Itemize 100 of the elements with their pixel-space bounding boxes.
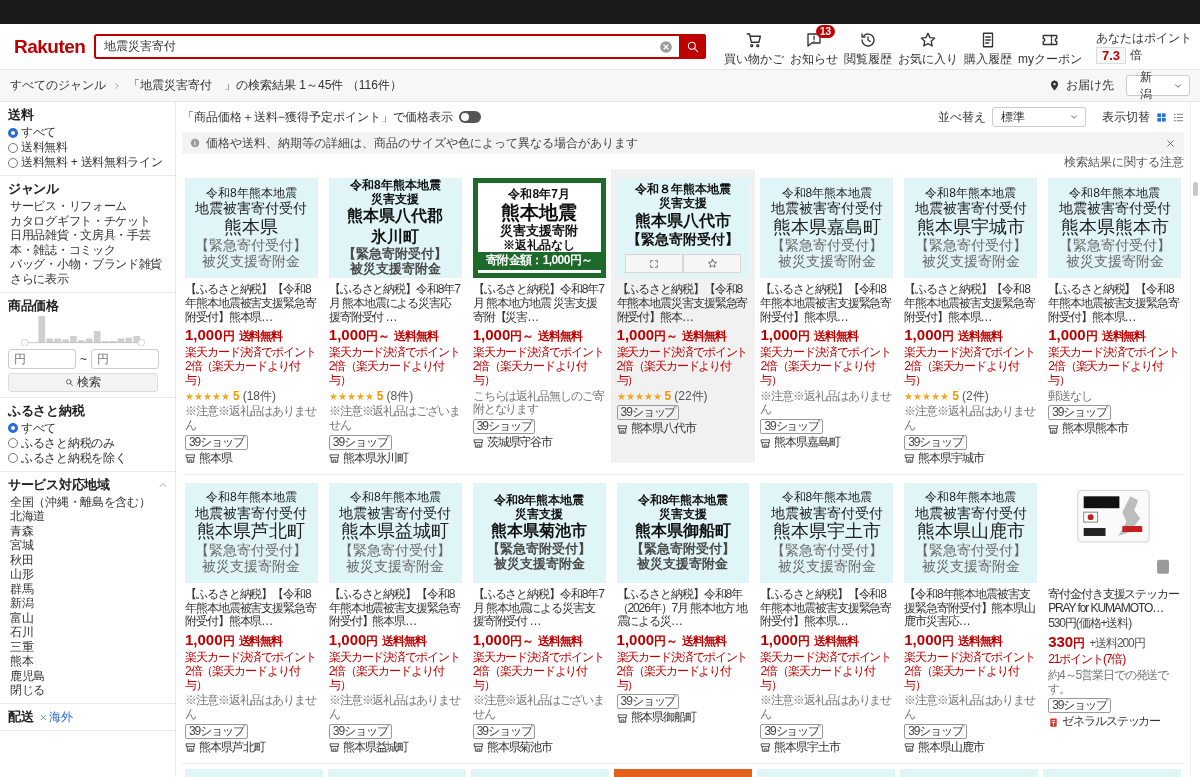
product-card[interactable]: 令和8年熊本地震 災害支援 熊本県八代郡 氷川町 【緊急寄附受付】 被災支援寄附金 【ふるさと納税】令和8年7月 熊本地震による災害応援寄附受付 … 1,000円～ 送料無料 楽天カード決済でポイント2倍（楽天カードより付与） ★★★★★ 5 (8件) ※注意※返礼品はございません 39ショップ 熊本県氷川町 (325, 175, 465, 469)
shop-name[interactable]: 熊本県宇土市 (774, 740, 840, 755)
caution-link[interactable]: 検索結果に関する注意 (1064, 153, 1184, 171)
toggle-switch[interactable] (459, 111, 481, 123)
product-image[interactable]: 令和8年熊本地震 地震被害寄付受付 熊本県熊本市 【緊急寄付受付】 被災支援寄附金 (1048, 178, 1181, 278)
filter-link[interactable]: カタログギフト・チケット (8, 213, 169, 228)
radio-label[interactable]: すべて (21, 420, 57, 436)
shop-name[interactable]: 熊本県益城町 (342, 740, 409, 755)
radio-button[interactable] (8, 127, 18, 138)
breadcrumb-link[interactable]: すべてのジャンル (10, 77, 106, 94)
radio-button[interactable] (8, 453, 18, 463)
filter-link[interactable]: 石川 (8, 625, 169, 640)
filter-link[interactable]: 秋田 (8, 552, 169, 567)
cart-button[interactable]: 買い物かご (722, 25, 786, 68)
product-title[interactable]: 【ふるさと納税】【令和8年熊本地震被害支援緊急寄附受付】熊本県… (185, 283, 318, 325)
product-card[interactable]: 令和8年熊本地震 地震被害寄付受付 熊本県宇土市 【緊急寄付受付】 被災支援寄附金 【ふるさと納税】【令和8年熊本地震被害支援緊急寄附受付】熊本県… 1,000円 送料無料 楽天カード決済でポイント2倍（楽天カードより付与） ※注意※返礼品はありません 39ショップ 熊本県宇土市 (757, 479, 897, 758)
product-image[interactable]: 令和8年7月 熊本地震 災害支援寄附 ※返礼品なし 寄附金額：1,000円～ (472, 178, 606, 278)
shop-name[interactable]: 熊本県熊本市 (1062, 422, 1128, 437)
sort-select[interactable]: 標準 (992, 107, 1086, 127)
filter-tag[interactable]: 海外 (39, 709, 73, 725)
shop-name[interactable]: 熊本県菊池市 (486, 740, 553, 755)
search-button[interactable] (679, 34, 706, 59)
radio-label[interactable]: 送料無料 + 送料無料ライン (21, 155, 163, 170)
product-image[interactable]: 令和８年熊本地震 災害支援 熊本県八代市 【緊急寄附受付】 (616, 178, 750, 278)
radio-button[interactable] (8, 438, 18, 448)
product-image[interactable]: 令和8年熊本地震 地震被害寄付受付 熊本県芦北町 【緊急寄付受付】 被災支援寄附金 (185, 482, 318, 583)
orders-button[interactable]: 購入履歴 (962, 25, 1014, 68)
product-title[interactable]: 【ふるさと納税】【令和8年熊本地震被害支援緊急寄附受付】熊本県… (904, 283, 1038, 325)
list-view-button[interactable] (1173, 111, 1184, 123)
shop-name[interactable]: 熊本県山鹿市 (918, 740, 984, 755)
shop-name[interactable]: 熊本県八代市 (630, 422, 696, 437)
shop-name[interactable]: 茨城県守谷市 (486, 436, 553, 450)
product-image[interactable]: 令和8年熊本地震 災害支援 熊本県御船町 【緊急寄附受付】 被災支援寄附金 (616, 482, 750, 583)
product-card[interactable]: 令和8年熊本地震 地震被害寄付受付 熊本県熊本市 【緊急寄付受付】 被災支援寄附金 【ふるさと納税】【令和8年熊本地震被害支援緊急寄附受付】熊本県… 1,000円 送料無料 楽天カード決済でポイント2倍（楽天カードより付与） 郵送なし 39ショップ 熊本県熊本市 (1045, 175, 1184, 469)
shop-name[interactable]: 熊本県宇城市 (918, 451, 984, 466)
filter-link[interactable]: 宮城 (8, 538, 169, 553)
product-image[interactable]: 令和8年熊本地震 地震被害寄付受付 熊本県 【緊急寄付受付】 被災支援寄附金 (185, 178, 318, 278)
product-title[interactable]: 【ふるさと納税】【令和8年熊本地震被害支援緊急寄附受付】熊本県… (185, 587, 318, 630)
filter-link[interactable]: サービス・リフォーム (8, 199, 169, 214)
product-card[interactable]: 令和8年7月 熊本地震 災害支援寄附 ※返礼品なし 寄附金額：1,000円～ 【ふるさと納税】令和8年7月 熊本地方地震 災害支援寄附【災害… 1,000円～ 送料無料 楽天カード決済でポイント2倍（楽天カードより付与） こちらは返礼品無しのご寄附となります 39ショップ 茨城県守谷市 (469, 175, 609, 469)
filter-link[interactable]: 全国（沖縄・離島を含む） (8, 494, 169, 509)
filter-link[interactable]: 群馬 (8, 581, 169, 596)
product-title[interactable]: 【ふるさと納税】令和8年7月 熊本地震による災害応援寄附受付 … (328, 283, 462, 325)
coupon-button[interactable]: myクーポン (1016, 25, 1084, 68)
radio-button[interactable] (8, 157, 18, 168)
product-card[interactable]: 令和8年熊本地震 地震被害寄付受付 熊本県山鹿市 【緊急寄付受付】 被災支援寄附金 【令和8年熊本地震被害支援緊急寄附受付】熊本県山鹿市災害応… 1,000円 送料無料 楽天カード決済でポイント2倍（楽天カードより付与） ※注意※返礼品はありません 39ショップ 熊本県山鹿市 (901, 479, 1041, 758)
favorite-button[interactable] (683, 254, 742, 273)
radio-label[interactable]: ふるさと納税を除く (21, 450, 127, 466)
shop-name[interactable]: 熊本県嘉島町 (774, 436, 840, 450)
product-image[interactable]: 令和8年熊本地震 地震被害寄付受付 熊本県山鹿市 【緊急寄付受付】 被災支援寄附金 (904, 482, 1038, 583)
review-count[interactable]: (2件) (961, 389, 989, 404)
radio-button[interactable] (8, 423, 18, 433)
filter-link[interactable]: 日用品雑貨・文房具・手芸 (8, 228, 169, 243)
filter-link[interactable]: 青森 (8, 523, 169, 538)
favorites-button[interactable]: お気に入り (896, 25, 960, 68)
filter-link[interactable]: バッグ・小物・ブランド雑貨 (8, 257, 169, 272)
product-card[interactable]: 令和8年熊本地震 地震被害寄付受付 熊本県芦北町 【緊急寄付受付】 被災支援寄附金 【ふるさと納税】【令和8年熊本地震被害支援緊急寄附受付】熊本県… 1,000円 送料無料 楽天カード決済でポイント2倍（楽天カードより付与） ※注意※返礼品はありません 39ショップ 熊本県芦北町 (182, 479, 321, 758)
product-image[interactable]: 令和8年熊本地震 地震被害寄付受付 熊本県宇土市 【緊急寄付受付】 被災支援寄附金 (760, 482, 894, 583)
search-input[interactable]: 地震災害寄付 (96, 39, 659, 54)
clear-icon[interactable] (659, 39, 673, 54)
rakuten-logo[interactable]: Rakuten (14, 35, 84, 58)
min-price-field[interactable]: 円 (8, 348, 76, 369)
product-title[interactable]: 【ふるさと納税】【令和8年熊本地震災害支援緊急寄附受付】熊本… (616, 283, 750, 325)
review-count[interactable]: (18件) (242, 389, 277, 404)
close-icon[interactable] (1165, 137, 1176, 149)
shop-name[interactable]: ゼネラルステッカー (1062, 715, 1161, 730)
filter-link[interactable]: 本・雑誌・コミック (8, 242, 169, 257)
toggle-link[interactable]: さらに表示 (8, 271, 169, 287)
filter-link[interactable]: 三重 (8, 639, 169, 654)
product-image[interactable]: 令和8年熊本地震 災害支援 熊本県八代郡 氷川町 【緊急寄附受付】 被災支援寄附金 (328, 178, 462, 278)
filter-link[interactable]: 鹿児島 (8, 668, 169, 683)
search-field[interactable]: 地震災害寄付 (94, 34, 706, 59)
radio-button[interactable] (8, 142, 18, 153)
grid-view-button[interactable] (1156, 111, 1167, 123)
history-button[interactable]: 閲覧履歴 (842, 25, 894, 68)
filter-link[interactable]: 山形 (8, 567, 169, 582)
filter-link[interactable]: 熊本 (8, 654, 169, 669)
filter-link[interactable]: 北海道 (8, 509, 169, 524)
product-title[interactable]: 【令和8年熊本地震被害支援緊急寄附受付】熊本県山鹿市災害応… (904, 587, 1038, 630)
product-card[interactable]: 寄付金付き支援ステッカー PRAY for KUMAMOTO… 530円(価格+送料) 330円 +送料200円 21ポイント(7倍) 約4～5営業日での発送です。 39ショップ ゼネラルステッカー (1045, 479, 1184, 758)
product-image[interactable]: 令和8年熊本地震 地震被害寄付受付 熊本県宇城市 【緊急寄付受付】 被災支援寄附金 (904, 178, 1038, 278)
shop-name[interactable]: 熊本県芦北町 (199, 740, 265, 755)
radio-label[interactable]: ふるさと納税のみ (21, 435, 115, 451)
max-price-field[interactable]: 円 (90, 348, 159, 369)
review-count[interactable]: (8件) (386, 389, 414, 404)
product-card[interactable]: 令和8年熊本地震 地震被害寄付受付 熊本県宇城市 【緊急寄付受付】 被災支援寄附金 【ふるさと納税】【令和8年熊本地震被害支援緊急寄附受付】熊本県… 1,000円 送料無料 楽天カード決済でポイント2倍（楽天カードより付与） ★★★★★ 5 (2件) ※注意※返礼品はありません 39ショップ 熊本県宇城市 (901, 175, 1041, 469)
product-image[interactable]: 令和8年熊本地震 災害支援 熊本県菊池市 【緊急寄附受付】 被災支援寄附金 (472, 482, 606, 583)
radio-label[interactable]: すべて (21, 125, 57, 140)
filter-link[interactable]: 新潟 (8, 596, 169, 611)
shop-name[interactable]: 熊本県氷川町 (342, 451, 409, 466)
product-card[interactable]: 令和8年熊本地震 地震被害寄付受付 熊本県嘉島町 【緊急寄付受付】 被災支援寄附金 【ふるさと納税】【令和8年熊本地震被害支援緊急寄附受付】熊本県… 1,000円 送料無料 楽天カード決済でポイント2倍（楽天カードより付与） ※注意※返礼品はありません 39ショップ 熊本県嘉島町 (757, 175, 897, 469)
product-card[interactable]: 令和8年熊本地震 地震被害寄付受付 熊本県 【緊急寄付受付】 被災支援寄附金 【ふるさと納税】【令和8年熊本地震被害支援緊急寄附受付】熊本県… 1,000円 送料無料 楽天カード決済でポイント2倍（楽天カードより付与） ★★★★★ 5 (18件) ※注意※返礼品はありません 39ショップ 熊本県 (182, 175, 321, 469)
product-card[interactable]: 令和8年熊本地震 災害支援 熊本県御船町 【緊急寄附受付】 被災支援寄附金 【ふるさと納税】令和8年（2026年）7月 熊本地方 地震による災… 1,000円～ 送料無料 楽天カード決済でポイント2倍（楽天カードより付与） 39ショップ 熊本県御船町 (613, 479, 753, 758)
filter-link[interactable]: 富山 (8, 610, 169, 625)
product-image[interactable]: 令和8年熊本地震 地震被害寄付受付 熊本県嘉島町 【緊急寄付受付】 被災支援寄附金 (760, 178, 894, 278)
scrollbar-thumb[interactable] (1193, 182, 1198, 196)
product-title[interactable]: 【ふるさと納税】令和8年（2026年）7月 熊本地方 地震による災… (616, 587, 750, 630)
product-card[interactable]: 令和８年熊本地震 災害支援 熊本県八代市 【緊急寄附受付】 【ふるさと納税】【令和8年熊本地震災害支援緊急寄附受付】熊本… 1,000円～ 送料無料 楽天カード決済でポイント2倍（楽天カードより付与） ★★★★★ 5 (22件) 39ショップ 熊本県八代市 (610, 169, 756, 463)
product-title[interactable]: 【ふるさと納税】令和8年7月 熊本地方地震 災害支援寄附【災害… (472, 283, 606, 325)
product-title[interactable]: 寄付金付き支援ステッカー PRAY for KUMAMOTO… (1048, 587, 1181, 616)
